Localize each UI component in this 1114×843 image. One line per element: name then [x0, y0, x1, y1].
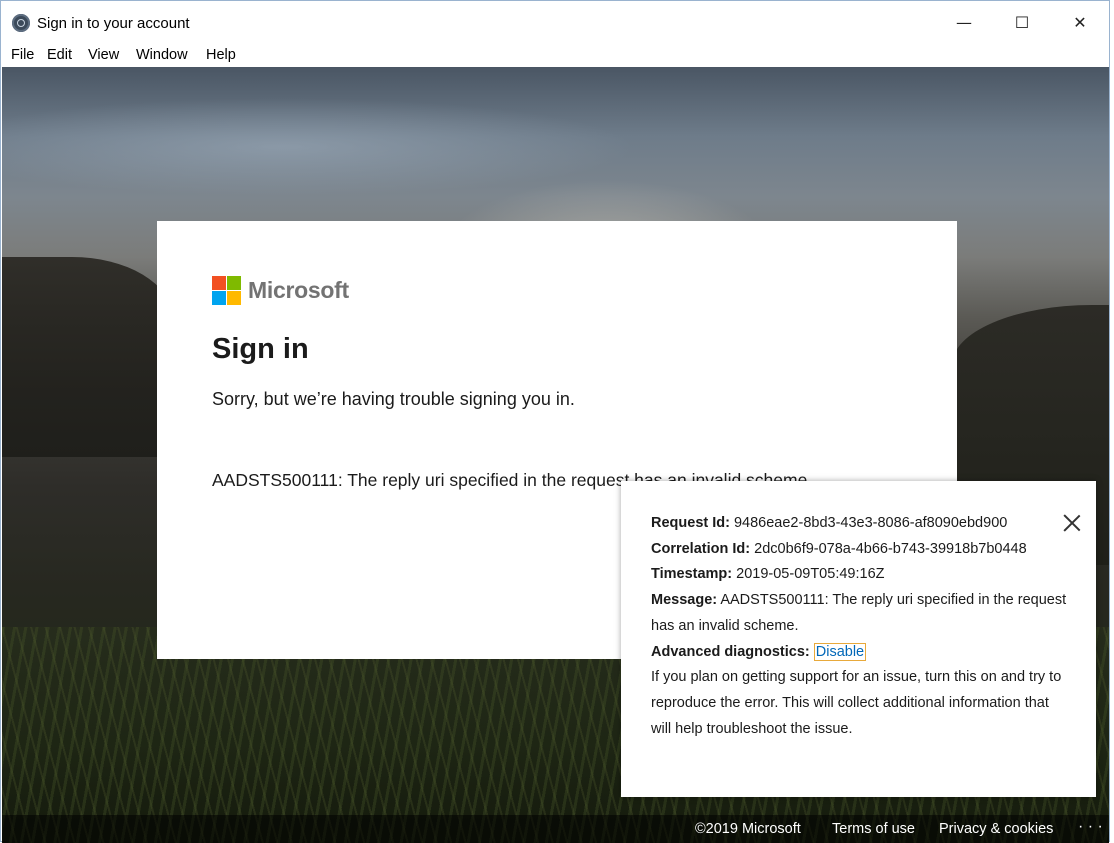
- microsoft-logo: Microsoft: [212, 276, 349, 305]
- desktop-edge: [1110, 0, 1114, 842]
- timestamp-value: 2019-05-09T05:49:16Z: [736, 566, 885, 583]
- menu-file[interactable]: File: [11, 47, 34, 63]
- request-id-label: Request Id:: [651, 515, 730, 531]
- close-button[interactable]: ✕: [1051, 1, 1109, 43]
- app-icon: [12, 14, 30, 32]
- correlation-id-row: Correlation Id: 2dc0b6f9-078a-4b66-b743-…: [651, 537, 1071, 563]
- background-hill-left: [2, 257, 172, 457]
- menu-help[interactable]: Help: [206, 47, 236, 63]
- timestamp-row: Timestamp: 2019-05-09T05:49:16Z: [651, 562, 1071, 588]
- advanced-diagnostics-label: Advanced diagnostics:: [651, 643, 810, 660]
- message-label: Message:: [651, 592, 718, 609]
- disable-diagnostics-link[interactable]: Disable: [813, 642, 867, 661]
- advanced-diagnostics-row: Advanced diagnostics: Disable: [651, 640, 1071, 666]
- minimize-button[interactable]: —: [935, 1, 993, 43]
- window-title: Sign in to your account: [37, 15, 190, 32]
- menu-bar: File Edit View Window Help: [1, 43, 1109, 67]
- diagnostics-body: Request Id: 9486eae2-8bd3-43e3-8086-af80…: [651, 511, 1071, 742]
- microsoft-wordmark: Microsoft: [248, 277, 349, 303]
- message-row: Message: AADSTS500111: The reply uri spe…: [651, 588, 1071, 639]
- terms-link[interactable]: Terms of use: [832, 821, 915, 837]
- footer: ©2019 Microsoft Terms of use Privacy & c…: [2, 815, 1109, 843]
- sign-in-page: Microsoft Sign in Sorry, but we’re havin…: [2, 67, 1109, 843]
- more-options-icon[interactable]: · · ·: [1078, 818, 1103, 836]
- menu-window[interactable]: Window: [136, 47, 188, 63]
- page-title: Sign in: [212, 333, 309, 365]
- correlation-id-label: Correlation Id:: [651, 540, 751, 557]
- menu-view[interactable]: View: [88, 47, 119, 63]
- request-id-value: 9486eae2-8bd3-43e3-8086-af8090ebd900: [733, 515, 1008, 531]
- timestamp-label: Timestamp:: [651, 566, 733, 583]
- request-id-row: Request Id: 9486eae2-8bd3-43e3-8086-af80…: [651, 511, 1071, 537]
- microsoft-logo-icon: [212, 276, 241, 305]
- error-summary: Sorry, but we’re having trouble signing …: [212, 389, 575, 409]
- app-window: Sign in to your account — ☐ ✕ File Edit …: [0, 0, 1110, 843]
- advanced-diagnostics-help: If you plan on getting support for an is…: [651, 669, 1062, 737]
- title-bar: Sign in to your account — ☐ ✕: [1, 1, 1109, 43]
- correlation-id-value: 2dc0b6f9-078a-4b66-b743-39918b7b0448: [754, 540, 1027, 557]
- menu-edit[interactable]: Edit: [47, 47, 72, 63]
- maximize-button[interactable]: ☐: [993, 1, 1051, 43]
- privacy-link[interactable]: Privacy & cookies: [939, 821, 1053, 837]
- diagnostics-panel: Request Id: 9486eae2-8bd3-43e3-8086-af80…: [621, 481, 1096, 797]
- copyright-text: ©2019 Microsoft: [695, 821, 801, 837]
